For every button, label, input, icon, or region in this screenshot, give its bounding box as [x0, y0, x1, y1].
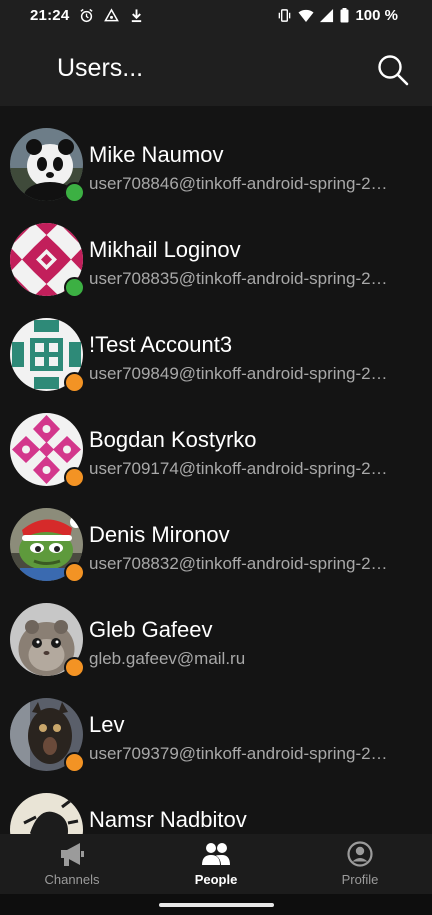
search-icon [376, 53, 410, 92]
status-bar: 21:24 100 % [0, 0, 432, 32]
list-item[interactable]: Denis Mironov user708832@tinkoff-android… [0, 486, 432, 583]
user-email: user708846@tinkoff-android-spring-2… [89, 174, 388, 193]
triangle-icon [104, 8, 120, 23]
user-name: Denis Mironov [89, 522, 230, 547]
idle-status-dot [64, 752, 85, 773]
nav-people[interactable]: People [144, 834, 288, 894]
people-icon [202, 841, 230, 870]
download-icon [129, 8, 144, 23]
idle-status-dot [64, 372, 85, 393]
avatar [10, 698, 85, 773]
avatar [10, 413, 85, 488]
gesture-area [0, 894, 432, 915]
nav-profile-label: Profile [341, 872, 379, 887]
user-email: gleb.gafeev@mail.ru [89, 649, 246, 668]
user-list[interactable]: Mike Naumov user708846@tinkoff-android-s… [0, 106, 432, 834]
user-name: Mike Naumov [89, 142, 224, 167]
list-item[interactable]: Namsr Nadbitov [0, 771, 432, 834]
avatar [10, 508, 85, 583]
search-button[interactable] [373, 52, 413, 92]
avatar [10, 793, 83, 834]
user-email: user709174@tinkoff-android-spring-2… [89, 459, 388, 478]
avatar [10, 223, 85, 298]
user-name: Mikhail Loginov [89, 237, 241, 262]
list-item[interactable]: Gleb Gafeev gleb.gafeev@mail.ru [0, 581, 432, 678]
nav-profile[interactable]: Profile [288, 834, 432, 894]
user-name: Bogdan Kostyrko [89, 427, 257, 452]
user-name: Namsr Nadbitov [89, 807, 247, 832]
idle-status-dot [64, 562, 85, 583]
alarm-icon [79, 8, 94, 23]
avatar [10, 128, 85, 203]
avatar [10, 603, 85, 678]
avatar [10, 318, 85, 393]
online-status-dot [64, 182, 85, 203]
list-item[interactable]: Mike Naumov user708846@tinkoff-android-s… [0, 106, 432, 203]
user-name: Lev [89, 712, 125, 737]
user-name: Gleb Gafeev [89, 617, 213, 642]
nav-channels-label: Channels [44, 872, 100, 887]
status-left: 21:24 [30, 7, 144, 24]
bottom-nav: Channels People Profile [0, 834, 432, 894]
profile-icon [346, 841, 374, 870]
list-item[interactable]: Mikhail Loginov user708835@tinkoff-andro… [0, 201, 432, 298]
page-title: Users... [57, 54, 144, 82]
idle-status-dot [64, 467, 85, 488]
app-bar: Users... [0, 32, 432, 106]
sketch-avatar [10, 793, 83, 834]
list-item[interactable]: Bogdan Kostyrko user709174@tinkoff-andro… [0, 391, 432, 488]
idle-status-dot [64, 657, 85, 678]
battery-percent: 100 % [355, 7, 398, 24]
megaphone-icon [58, 841, 86, 870]
list-item[interactable]: Lev user709379@tinkoff-android-spring-2… [0, 676, 432, 773]
status-time: 21:24 [30, 7, 70, 24]
vibrate-icon [277, 8, 292, 23]
user-name: !Test Account3 [89, 332, 233, 357]
list-item[interactable]: !Test Account3 user709849@tinkoff-androi… [0, 296, 432, 393]
user-email: user708832@tinkoff-android-spring-2… [89, 554, 388, 573]
user-email: user709379@tinkoff-android-spring-2… [89, 744, 388, 763]
battery-icon [340, 8, 349, 23]
wifi-icon [298, 8, 314, 23]
user-email: user708835@tinkoff-android-spring-2… [89, 269, 388, 288]
nav-people-label: People [194, 872, 238, 887]
signal-icon [319, 8, 334, 23]
online-status-dot [64, 277, 85, 298]
home-gesture-pill[interactable] [159, 903, 274, 907]
user-email: user709849@tinkoff-android-spring-2… [89, 364, 388, 383]
nav-channels[interactable]: Channels [0, 834, 144, 894]
status-right: 100 % [277, 7, 398, 24]
